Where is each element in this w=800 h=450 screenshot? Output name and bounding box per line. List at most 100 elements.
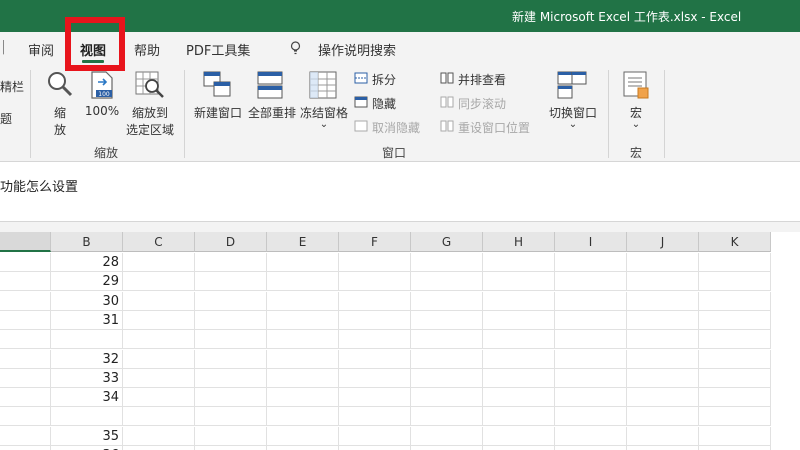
cell-g[interactable] [411, 446, 483, 450]
cell-j[interactable] [627, 310, 699, 330]
cell-d[interactable] [195, 368, 267, 388]
cell-a[interactable] [0, 291, 51, 311]
cell-b[interactable]: 33 [51, 368, 123, 388]
cell-a[interactable] [0, 426, 51, 446]
cell-i[interactable] [555, 426, 627, 446]
cell-a[interactable] [0, 349, 51, 369]
cell-e[interactable] [267, 253, 339, 272]
cell-b[interactable]: 29 [51, 272, 123, 292]
cell-e[interactable] [267, 272, 339, 292]
cell-h[interactable] [483, 291, 555, 311]
cell-e[interactable] [267, 388, 339, 408]
macros-button[interactable]: 宏 ⌄ [620, 104, 652, 130]
cell-k[interactable] [699, 272, 771, 292]
cell-f[interactable] [339, 388, 411, 408]
column-header-c[interactable]: C [123, 232, 195, 252]
cell-h[interactable] [483, 349, 555, 369]
cell-a[interactable] [0, 388, 51, 408]
cell-d[interactable] [195, 349, 267, 369]
cell-d[interactable] [195, 291, 267, 311]
cell-k[interactable] [699, 368, 771, 388]
cell-i[interactable] [555, 310, 627, 330]
cell-g[interactable] [411, 272, 483, 292]
reset-position-button[interactable]: 重设窗口位置 [458, 119, 530, 136]
cell-f[interactable] [339, 330, 411, 350]
tell-me-search[interactable]: 操作说明搜索 [318, 40, 396, 59]
cell-c[interactable] [123, 272, 195, 292]
unhide-button[interactable]: 取消隐藏 [372, 119, 420, 136]
cell-g[interactable] [411, 368, 483, 388]
cell-f[interactable] [339, 368, 411, 388]
tab-pdf-tools[interactable]: PDF工具集 [186, 40, 250, 59]
cell-c[interactable] [123, 253, 195, 272]
cell-i[interactable] [555, 291, 627, 311]
cell-c[interactable] [123, 349, 195, 369]
formula-content[interactable]: 功能怎么设置 [0, 176, 78, 195]
cell-d[interactable] [195, 253, 267, 272]
tab-review[interactable]: 审阅 [28, 40, 54, 59]
cell-j[interactable] [627, 368, 699, 388]
tab-partial[interactable]: │ [0, 40, 4, 55]
cell-g[interactable] [411, 310, 483, 330]
partial-ribbon-item-mid[interactable]: 题 [0, 110, 12, 127]
cell-c[interactable] [123, 310, 195, 330]
formula-bar[interactable]: 功能怎么设置 [0, 162, 800, 222]
cell-b[interactable]: 35 [51, 426, 123, 446]
cell-f[interactable] [339, 310, 411, 330]
cell-g[interactable] [411, 291, 483, 311]
cell-a[interactable] [0, 272, 51, 292]
cell-a[interactable] [0, 330, 51, 350]
cell-h[interactable] [483, 446, 555, 450]
cell-j[interactable] [627, 253, 699, 272]
cell-d[interactable] [195, 272, 267, 292]
cell-k[interactable] [699, 446, 771, 450]
cell-e[interactable] [267, 368, 339, 388]
cell-b[interactable] [51, 330, 123, 350]
cell-c[interactable] [123, 330, 195, 350]
cell-a[interactable] [0, 253, 51, 272]
cell-k[interactable] [699, 310, 771, 330]
cell-f[interactable] [339, 407, 411, 427]
cell-b[interactable]: 31 [51, 310, 123, 330]
arrange-all-button[interactable]: 全部重排 [246, 104, 298, 121]
cell-k[interactable] [699, 407, 771, 427]
cell-e[interactable] [267, 330, 339, 350]
cell-i[interactable] [555, 253, 627, 272]
cell-k[interactable] [699, 330, 771, 350]
cell-d[interactable] [195, 407, 267, 427]
column-header-e[interactable]: E [267, 232, 339, 252]
cell-i[interactable] [555, 407, 627, 427]
column-header-g[interactable]: G [411, 232, 483, 252]
cell-i[interactable] [555, 446, 627, 450]
split-button[interactable]: 拆分 [372, 71, 396, 88]
cell-d[interactable] [195, 446, 267, 450]
cell-f[interactable] [339, 426, 411, 446]
column-header-d[interactable]: D [195, 232, 267, 252]
cell-j[interactable] [627, 407, 699, 427]
cell-g[interactable] [411, 407, 483, 427]
sync-scroll-button[interactable]: 同步滚动 [458, 95, 506, 112]
cell-a[interactable] [0, 310, 51, 330]
cell-g[interactable] [411, 426, 483, 446]
cell-c[interactable] [123, 426, 195, 446]
cell-a[interactable] [0, 368, 51, 388]
column-header-f[interactable]: F [339, 232, 411, 252]
cell-c[interactable] [123, 388, 195, 408]
cell-h[interactable] [483, 407, 555, 427]
side-by-side-button[interactable]: 并排查看 [458, 71, 506, 88]
cell-h[interactable] [483, 426, 555, 446]
cell-i[interactable] [555, 349, 627, 369]
cell-c[interactable] [123, 368, 195, 388]
cell-j[interactable] [627, 291, 699, 311]
cell-h[interactable] [483, 253, 555, 272]
switch-windows-button[interactable]: 切换窗口 ⌄ [544, 104, 602, 130]
column-header-k[interactable]: K [699, 232, 771, 252]
cell-j[interactable] [627, 272, 699, 292]
cell-e[interactable] [267, 407, 339, 427]
cell-d[interactable] [195, 388, 267, 408]
cell-a[interactable] [0, 407, 51, 427]
cell-e[interactable] [267, 349, 339, 369]
cell-f[interactable] [339, 272, 411, 292]
cell-g[interactable] [411, 388, 483, 408]
zoom-100-button[interactable]: 100% [84, 104, 120, 118]
